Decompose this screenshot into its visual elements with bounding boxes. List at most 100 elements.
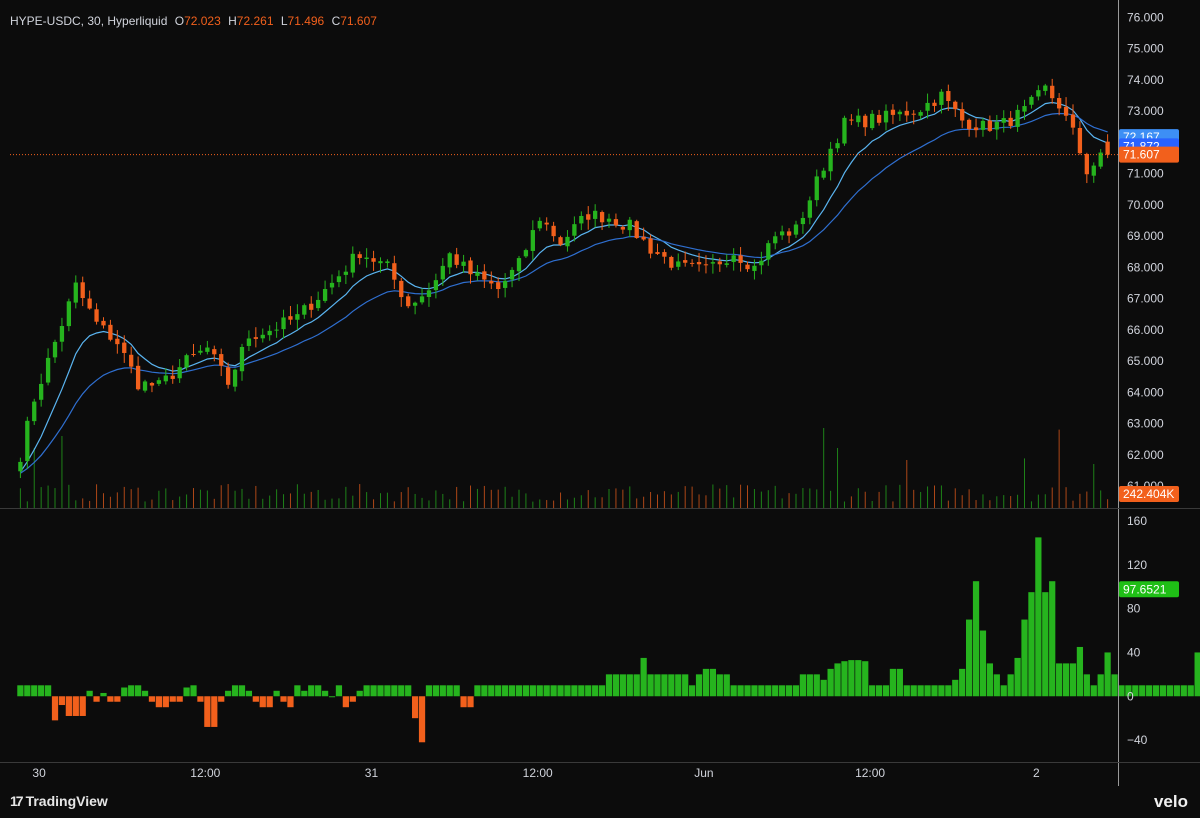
tradingview-logo[interactable]: 17 TradingView: [10, 793, 108, 809]
oscillator-bar: [938, 685, 945, 697]
candle-body: [565, 236, 570, 247]
tradingview-icon: 17: [10, 793, 24, 809]
candle-body: [1008, 117, 1013, 126]
low-key: L: [280, 14, 288, 28]
price-tick-label: 65.000: [1127, 354, 1164, 368]
oscillator-bar: [758, 685, 765, 697]
oscillator-bar: [384, 685, 391, 697]
oscillator-bar: [93, 696, 100, 702]
oscillator-bar: [543, 685, 550, 697]
candle-body: [683, 260, 688, 263]
oscillator-bar: [1104, 652, 1111, 697]
candle-body: [897, 111, 903, 115]
candle-body: [1015, 109, 1020, 127]
oscillator-bar: [328, 696, 336, 698]
candle-body: [39, 383, 44, 400]
candle-body: [225, 367, 231, 385]
price-tick-label: 69.000: [1127, 229, 1164, 243]
candle-body: [101, 320, 106, 326]
oscillator-bar: [391, 685, 398, 697]
oscillator-bar: [931, 685, 938, 697]
open-key: O: [174, 14, 185, 28]
oscillator-bar: [190, 685, 197, 697]
candle-body: [336, 276, 342, 283]
oscillator-bar: [280, 696, 287, 702]
oscillator-bar: [972, 581, 980, 697]
oscillator-bar: [398, 685, 405, 697]
oscillator-tick-label: 160: [1127, 514, 1147, 528]
oscillator-bar: [799, 674, 807, 697]
candle-body: [149, 383, 155, 386]
oscillator-bar: [1000, 685, 1007, 697]
oscillator-bar: [134, 685, 142, 697]
oscillator-bar: [1194, 652, 1200, 697]
candle-body: [219, 354, 224, 366]
oscillator-bar: [903, 685, 910, 697]
candle-body: [579, 215, 584, 224]
oscillator-bar: [44, 685, 52, 697]
chart-canvas[interactable]: 76.00075.00074.00073.00072.00071.00070.0…: [0, 0, 1200, 818]
oscillator-bar: [875, 685, 883, 697]
oscillator-bar: [702, 668, 710, 697]
oscillator-bar: [301, 690, 308, 697]
oscillator-bar: [238, 685, 246, 697]
candle-body: [558, 237, 563, 245]
candle-body: [1001, 118, 1006, 123]
candle-body: [191, 354, 196, 356]
candle-body: [786, 231, 792, 236]
candle-body: [302, 305, 307, 315]
oscillator-tick-label: 0: [1127, 689, 1134, 703]
oscillator-bar: [924, 685, 931, 697]
candle-body: [1043, 85, 1048, 91]
price-tick-label: 64.000: [1127, 385, 1164, 399]
candle-body: [73, 282, 78, 303]
oscillator-bar: [1042, 592, 1049, 697]
oscillator-bar: [1007, 674, 1014, 697]
candle-body: [412, 302, 418, 306]
oscillator-bar: [266, 696, 273, 708]
candle-body: [634, 221, 639, 238]
oscillator-bar: [1146, 685, 1153, 697]
oscillator-bar: [626, 674, 633, 697]
candle-body: [821, 170, 826, 178]
candle-body: [329, 282, 335, 288]
candle-body: [18, 461, 23, 472]
candle-body: [960, 109, 965, 121]
candle-body: [856, 115, 861, 123]
candle-body: [205, 347, 210, 352]
candle-body: [198, 350, 203, 353]
oscillator-bar: [1014, 657, 1021, 697]
oscillator-bar: [806, 674, 813, 697]
oscillator-bar: [688, 685, 696, 697]
candle-body: [1070, 114, 1076, 128]
candle-body: [606, 218, 612, 222]
oscillator-bar: [38, 685, 45, 697]
candle-body: [593, 210, 598, 219]
candle-body: [842, 117, 847, 144]
candle-body: [343, 271, 349, 275]
symbol-info: HYPE-USDC, 30, Hyperliquid: [10, 14, 168, 28]
oscillator-bar: [744, 685, 751, 697]
candle-body: [766, 243, 771, 260]
candle-body: [129, 354, 134, 367]
oscillator-bar: [58, 696, 66, 706]
candle-body: [509, 269, 515, 280]
oscillator-bar: [986, 663, 994, 697]
oscillator-bar: [342, 696, 349, 708]
candle-body: [966, 119, 972, 130]
candle-body: [122, 342, 127, 353]
candle-body: [980, 120, 986, 130]
oscillator-bar: [377, 685, 384, 697]
candle-body: [1029, 96, 1034, 105]
candle-body: [828, 148, 833, 172]
oscillator-tick-label: 120: [1127, 558, 1147, 572]
oscillator-bar: [1173, 685, 1180, 697]
candle-body: [689, 262, 695, 264]
candle-body: [876, 114, 882, 123]
oscillator-bar: [827, 668, 834, 697]
oscillator-bar: [363, 685, 370, 697]
candle-body: [1022, 106, 1027, 112]
oscillator-bar: [446, 685, 453, 697]
oscillator-bar: [183, 687, 190, 697]
oscillator-bar: [495, 685, 502, 697]
